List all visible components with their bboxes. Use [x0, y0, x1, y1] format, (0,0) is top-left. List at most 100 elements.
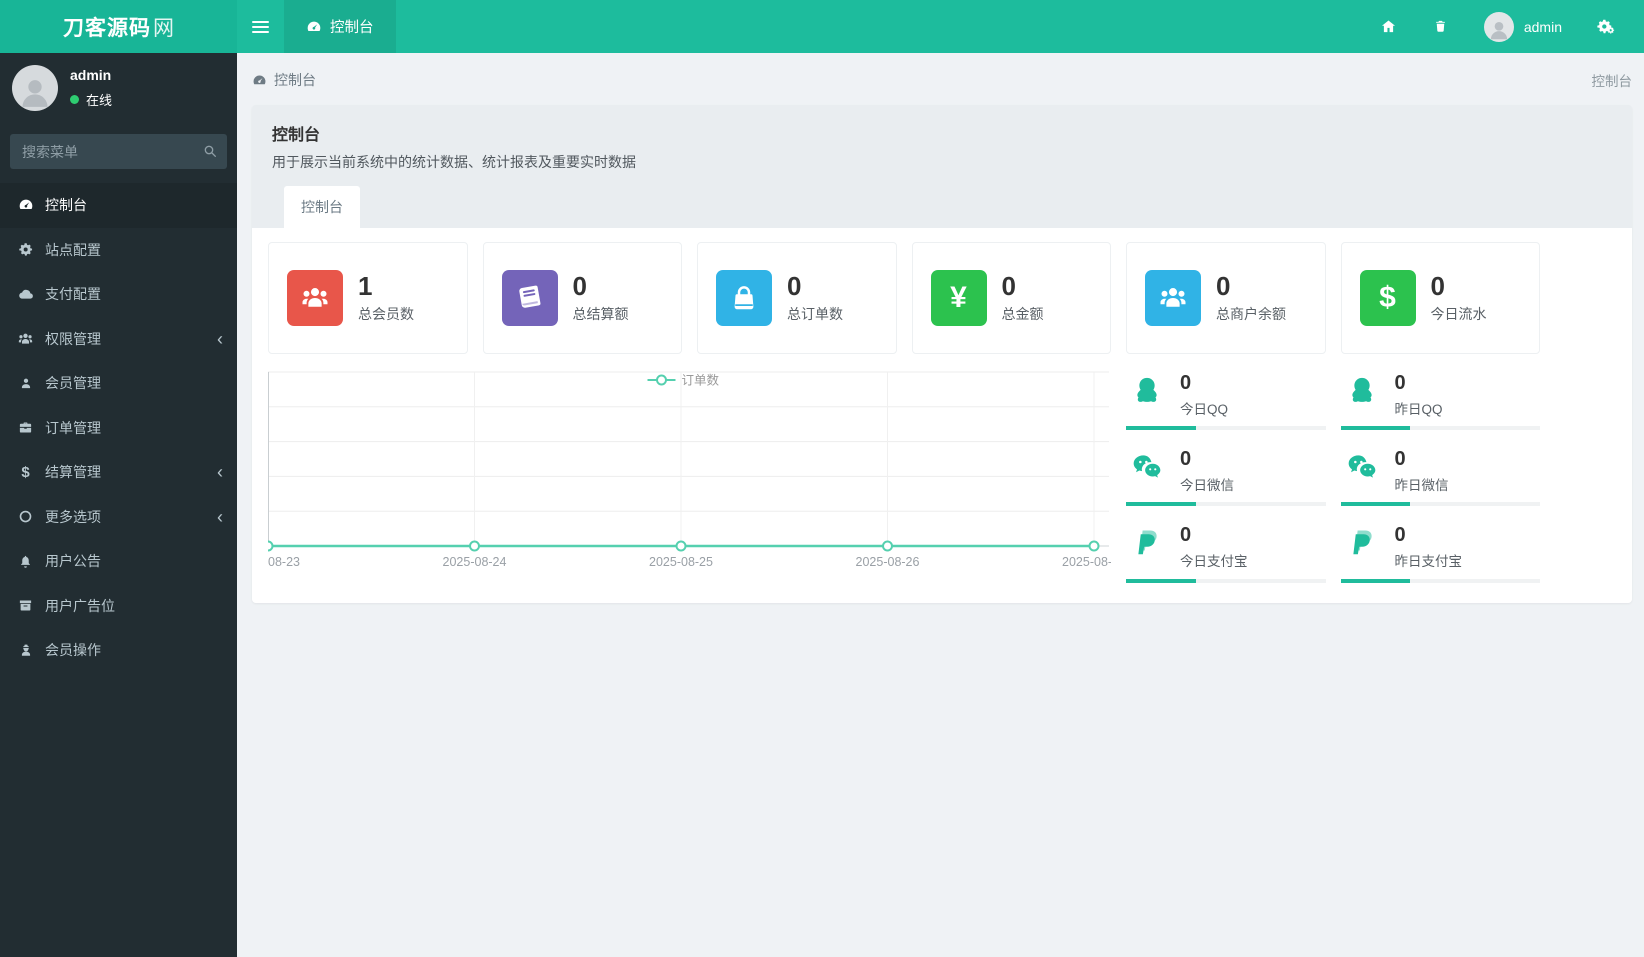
brand-logo[interactable]: 刀客源码 网 — [0, 0, 237, 53]
breadcrumb: 控制台 控制台 — [252, 61, 1632, 99]
menu-label: 更多选项 — [45, 508, 101, 525]
users-icon — [287, 270, 343, 326]
navbar-tab-label: 控制台 — [330, 20, 374, 36]
sidebar-item-orders[interactable]: 订单管理 — [0, 406, 237, 451]
menu-label: 控制台 — [45, 197, 87, 214]
mini-stat-today-wechat: 0 今日微信 — [1126, 444, 1326, 506]
cloud-icon — [16, 286, 35, 302]
page-description: 用于展示当前系统中的统计数据、统计报表及重要实时数据 — [272, 154, 636, 170]
mini-value: 0 — [1180, 448, 1192, 470]
dollar-icon: $ — [1359, 270, 1416, 326]
menu-label: 订单管理 — [45, 419, 101, 436]
mini-label: 今日QQ — [1180, 402, 1229, 417]
username-label: admin — [1523, 18, 1562, 35]
mini-stat-yesterday-wechat: 0 昨日微信 — [1340, 444, 1540, 506]
settings-button[interactable] — [1584, 0, 1626, 53]
yen-icon: ¥ — [930, 270, 987, 326]
circle-o-icon — [16, 509, 35, 524]
clear-cache-button[interactable] — [1420, 0, 1462, 53]
avatar — [1483, 11, 1514, 42]
stat-value: 0 — [787, 270, 802, 301]
menu-label: 会员操作 — [45, 642, 101, 659]
stat-label: 总金额 — [1001, 306, 1044, 323]
user-icon — [16, 376, 35, 391]
svg-text:2025-08-26: 2025-08-26 — [856, 555, 920, 569]
navbar-tab-dashboard[interactable]: 控制台 — [284, 0, 396, 53]
mini-value: 0 — [1394, 448, 1406, 470]
online-status: 在线 — [70, 90, 112, 109]
mini-label: 昨日QQ — [1394, 402, 1443, 417]
mini-stat-yesterday-alipay: 0 昨日支付宝 — [1340, 520, 1540, 583]
stat-value: 1 — [358, 270, 373, 301]
chevron-left-icon: ‹ — [217, 462, 223, 483]
menu-label: 会员管理 — [45, 375, 101, 392]
sidebar-item-dashboard[interactable]: 控制台 — [0, 183, 237, 228]
menu-search-input[interactable] — [10, 134, 227, 169]
mini-progress-bar — [1340, 502, 1540, 506]
mini-stat-today-alipay: 0 今日支付宝 — [1126, 520, 1326, 583]
menu-label: 结算管理 — [45, 464, 101, 481]
search-icon — [202, 143, 218, 159]
mini-value: 0 — [1180, 372, 1192, 394]
chevron-left-icon: ‹ — [217, 506, 223, 527]
sidebar-item-payment-config[interactable]: 支付配置 — [0, 272, 237, 317]
stat-value: 0 — [1001, 270, 1016, 301]
sidebar-menu: 控制台 站点配置 支付配置 权限管理 ‹ 会员管理 订单管理 $ 结算管理 ‹ … — [0, 183, 237, 673]
sidebar-search — [10, 134, 227, 169]
top-navbar: 刀客源码 网 控制台 admin — [0, 0, 1644, 53]
stat-label: 总会员数 — [358, 306, 414, 323]
mini-value: 0 — [1394, 524, 1406, 546]
svg-text:2025-08-24: 2025-08-24 — [443, 555, 507, 569]
sidebar-item-announcements[interactable]: 用户公告 — [0, 539, 237, 584]
breadcrumb-current[interactable]: 控制台 — [252, 70, 316, 90]
qq-icon — [1128, 372, 1166, 430]
sidebar-toggle-button[interactable] — [237, 0, 284, 53]
main-content: 控制台 控制台 控制台 用于展示当前系统中的统计数据、统计报表及重要实时数据 控… — [237, 53, 1644, 957]
book-icon — [501, 270, 558, 326]
chevron-left-icon: ‹ — [217, 328, 223, 349]
sidebar-item-ad-slots[interactable]: 用户广告位 — [0, 584, 237, 629]
home-button[interactable] — [1368, 0, 1410, 53]
qq-icon — [1343, 372, 1381, 430]
user-menu-button[interactable]: admin — [1472, 11, 1574, 42]
tab-dashboard[interactable]: 控制台 — [284, 186, 360, 228]
paypal-icon — [1343, 524, 1381, 583]
mini-progress-bar — [1126, 426, 1326, 430]
online-status-label: 在线 — [86, 93, 113, 108]
menu-label: 支付配置 — [45, 286, 101, 303]
svg-text:2025-08-25: 2025-08-25 — [649, 555, 713, 569]
stat-label: 总商户余额 — [1216, 306, 1286, 323]
sidebar-item-member-actions[interactable]: 会员操作 — [0, 628, 237, 673]
sidebar: admin 在线 控制台 站点配置 — [0, 53, 237, 957]
mini-stat-yesterday-qq: 0 昨日QQ — [1340, 368, 1540, 430]
sidebar-item-members[interactable]: 会员管理 — [0, 361, 237, 406]
sidebar-item-settlement[interactable]: $ 结算管理 ‹ — [0, 450, 237, 495]
mini-progress-bar — [1126, 502, 1326, 506]
users-icon — [1145, 270, 1201, 326]
stat-card-total-amount: ¥ 0 总金额 — [911, 242, 1111, 354]
menu-label: 权限管理 — [45, 330, 101, 347]
mini-label: 今日支付宝 — [1180, 554, 1248, 569]
stat-card-total-settlement: 0 总结算额 — [482, 242, 682, 354]
stat-card-today-revenue: $ 0 今日流水 — [1340, 242, 1540, 354]
stat-card-merchant-balance: 0 总商户余额 — [1126, 242, 1326, 354]
sidebar-item-site-config[interactable]: 站点配置 — [0, 228, 237, 273]
tab-bar: 控制台 — [272, 186, 1612, 228]
orders-line-chart: 2025-08-23 2025-08-24 2025-08-25 2025-08-26… — [268, 368, 1111, 583]
breadcrumb-right-label: 控制台 — [1591, 74, 1633, 89]
navbar-right: admin — [1368, 0, 1644, 53]
menu-label: 站点配置 — [45, 241, 101, 258]
sidebar-item-permissions[interactable]: 权限管理 ‹ — [0, 317, 237, 362]
gear-icon — [16, 242, 35, 257]
trash-icon — [1433, 18, 1448, 35]
admin-app: 刀客源码 网 控制台 admin admin 在线 搜索菜单 控制台 站点配置 … — [0, 0, 1644, 957]
stat-value: 0 — [1430, 270, 1445, 301]
page-title: 控制台 — [272, 127, 321, 144]
breadcrumb-label: 控制台 — [274, 72, 316, 88]
sidebar-item-more-options[interactable]: 更多选项 ‹ — [0, 495, 237, 540]
mini-progress-bar — [1126, 579, 1326, 583]
stat-value: 0 — [572, 270, 587, 301]
avatar — [12, 65, 58, 111]
svg-text:订单数: 订单数 — [682, 373, 720, 388]
svg-text:2025-08-23: 2025-08-23 — [268, 555, 300, 569]
